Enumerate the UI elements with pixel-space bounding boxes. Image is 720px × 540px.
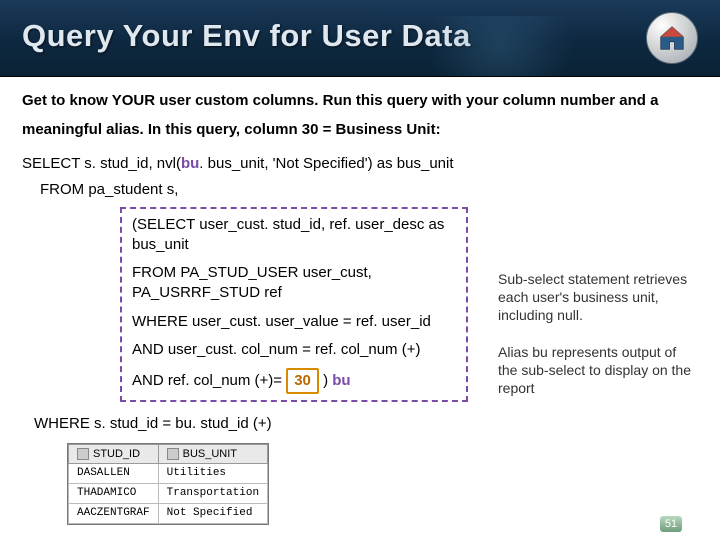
home-icon [657,23,687,53]
header-decoration [400,16,600,76]
annotations-panel: Sub-select statement retrieves each user… [498,270,698,415]
table-header-busunit: BUS_UNIT [158,444,267,464]
column-icon [167,448,179,460]
sub-and-2-post: ) [319,372,332,389]
cell: Utilities [158,464,267,484]
sql-outer-where: WHERE s. stud_id = bu. stud_id (+) [34,414,698,434]
sub-and-2: AND ref. col_num (+)= 30 ) bu [132,368,456,394]
annotation-alias: Alias bu represents output of the sub-se… [498,343,698,398]
home-button[interactable] [646,12,698,64]
sql-from-line: FROM pa_student s, [40,180,698,200]
sub-and-2-pre: AND ref. col_num (+)= [132,372,286,389]
cell: Not Specified [158,504,267,524]
table-row: THADAMICO Transportation [69,484,268,504]
table-header-studid: STUD_ID [69,444,159,464]
subselect-box: (SELECT user_cust. stud_id, ref. user_de… [120,207,468,403]
th-label: STUD_ID [93,448,140,460]
column-icon [77,448,89,460]
result-table: STUD_ID BUS_UNIT DASALLEN Utilities THAD… [67,443,269,525]
sub-select: (SELECT user_cust. stud_id, ref. user_de… [132,215,456,256]
th-label: BUS_UNIT [183,448,237,460]
sql-select-tail: . bus_unit, 'Not Specified') as bus_unit [199,155,453,172]
cell: THADAMICO [69,484,159,504]
slide-header: Query Your Env for User Data [0,0,720,77]
sub-and-1: AND user_cust. col_num = ref. col_num (+… [132,340,456,360]
table-row: DASALLEN Utilities [69,464,268,484]
annotation-subselect: Sub-select statement retrieves each user… [498,270,698,325]
sub-from: FROM PA_STUD_USER user_cust, PA_USRRF_ST… [132,263,456,304]
column-number-highlight: 30 [286,368,319,394]
sql-select-bu: bu [181,155,199,172]
table-row: AACZENTGRAF Not Specified [69,504,268,524]
page-number: 51 [660,516,682,532]
intro-text: Get to know YOUR user custom columns. Ru… [22,87,698,144]
sub-where: WHERE user_cust. user_value = ref. user_… [132,312,456,332]
sql-select-pre: SELECT s. stud_id, nvl( [22,155,181,172]
cell: Transportation [158,484,267,504]
cell: DASALLEN [69,464,159,484]
sub-alias: bu [332,372,350,389]
cell: AACZENTGRAF [69,504,159,524]
sql-select-line: SELECT s. stud_id, nvl(bu. bus_unit, 'No… [22,154,698,174]
